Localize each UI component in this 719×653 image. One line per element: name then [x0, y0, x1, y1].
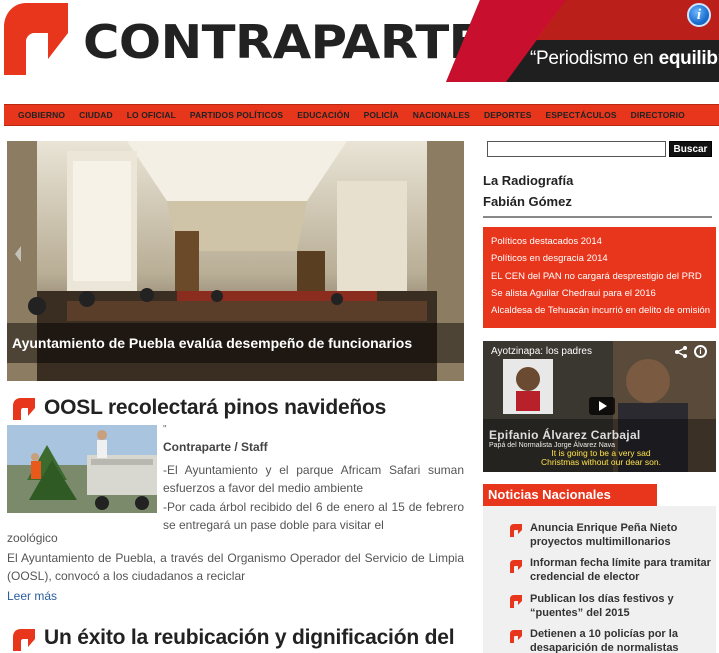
- radiografia-heading[interactable]: La Radiografía: [483, 173, 573, 188]
- noticias-nacionales-header: Noticias Nacionales: [483, 484, 657, 506]
- featured-links-box: Políticos destacados 2014 Políticos en d…: [483, 227, 716, 328]
- sidebar-divider: [483, 216, 712, 218]
- share-icon[interactable]: [674, 345, 688, 359]
- article-logo-icon: [13, 398, 35, 420]
- bullet-logo-icon: [510, 524, 522, 537]
- hero-caption[interactable]: Ayuntamiento de Puebla evalúa desempeño …: [12, 335, 412, 351]
- bullet-logo-icon: [510, 630, 522, 643]
- video-info-icon[interactable]: i: [694, 345, 707, 358]
- video-name-overlay: Epifanio Álvarez Carbajal: [489, 428, 641, 442]
- contraparte-logo-icon[interactable]: [4, 3, 68, 75]
- radiografia-author[interactable]: Fabián Gómez: [483, 194, 572, 209]
- nav-item-ciudad[interactable]: CIUDAD: [79, 110, 113, 120]
- site-slogan: “Periodismo en equilibr: [530, 48, 719, 69]
- read-more-link[interactable]: Leer más: [7, 589, 57, 603]
- article-title[interactable]: Un éxito la reubicación y dignificación …: [44, 626, 455, 650]
- nav-item-espectaculos[interactable]: ESPECTÁCULOS: [546, 110, 617, 120]
- site-logo-text[interactable]: CONTRAPARTE: [83, 14, 483, 70]
- bullet-logo-icon: [510, 595, 522, 608]
- nav-item-partidos-politicos[interactable]: PARTIDOS POLÍTICOS: [190, 110, 283, 120]
- nav-item-policia[interactable]: POLICÍA: [364, 110, 399, 120]
- featured-link[interactable]: Políticos destacados 2014: [491, 233, 708, 250]
- article-excerpt: El Ayuntamiento de Puebla, a través del …: [7, 551, 464, 583]
- article-logo-icon: [13, 629, 35, 651]
- national-news-item[interactable]: Publican los días festivos y “puentes” d…: [530, 592, 716, 620]
- nav-item-lo-oficial[interactable]: LO OFICIAL: [127, 110, 176, 120]
- play-button[interactable]: [589, 397, 615, 415]
- article-quote-mark: ": [163, 424, 167, 435]
- search-input[interactable]: [487, 141, 666, 157]
- article-title[interactable]: OOSL recolectará pinos navideños: [44, 396, 386, 420]
- video-title[interactable]: Ayotzinapa: los padres: [491, 346, 592, 357]
- featured-link[interactable]: Se alista Aguilar Chedraui para el 2016: [491, 285, 708, 302]
- noticias-nacionales-title[interactable]: Noticias Nacionales: [488, 484, 657, 506]
- nav-item-deportes[interactable]: DEPORTES: [484, 110, 532, 120]
- article-image[interactable]: [7, 425, 157, 513]
- article-byline: Contraparte / Staff: [163, 440, 268, 454]
- national-news-item[interactable]: Informan fecha límite para tramitar cred…: [530, 556, 716, 584]
- bullet-logo-icon: [510, 560, 522, 573]
- nav-item-directorio[interactable]: DIRECTORIO: [631, 110, 685, 120]
- national-news-item[interactable]: Detienen a 10 policías por la desaparici…: [530, 627, 716, 653]
- site-header: CONTRAPARTE “Periodismo en equilibr i: [0, 0, 719, 90]
- info-icon[interactable]: i: [687, 3, 711, 27]
- article-summary-point: -El Ayuntamiento y el parque Africam Saf…: [163, 463, 464, 495]
- search-button[interactable]: Buscar: [669, 141, 712, 157]
- featured-link[interactable]: Alcaldesa de Tehuacán incurrió en delito…: [491, 302, 710, 319]
- featured-link[interactable]: Políticos en desgracia 2014: [491, 250, 708, 267]
- article-summary-point-continuation: zoológico: [7, 531, 58, 545]
- video-caption: It is going to be a very sad Christmas w…: [541, 448, 661, 467]
- featured-link[interactable]: EL CEN del PAN no cargará desprestigio d…: [491, 268, 708, 285]
- nav-item-educacion[interactable]: EDUCACIÓN: [297, 110, 349, 120]
- nav-item-gobierno[interactable]: GOBIERNO: [18, 110, 65, 120]
- main-nav: GOBIERNO CIUDAD LO OFICIAL PARTIDOS POLÍ…: [4, 104, 719, 126]
- nav-item-nacionales[interactable]: NACIONALES: [413, 110, 470, 120]
- national-news-item[interactable]: Anuncia Enrique Peña Nieto proyectos mul…: [530, 521, 716, 549]
